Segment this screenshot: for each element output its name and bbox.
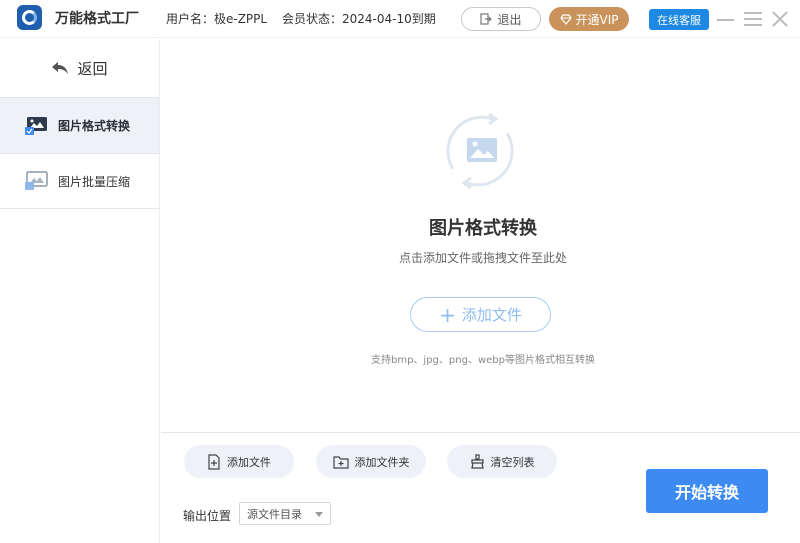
sidebar-item-image-convert[interactable]: 图片格式转换 — [0, 97, 159, 153]
sidebar-item-label: 图片批量压缩 — [58, 174, 131, 189]
back-button[interactable]: 返回 — [0, 39, 159, 97]
online-service-button[interactable]: 在线客服 — [649, 9, 709, 30]
back-label: 返回 — [77, 59, 108, 78]
output-location-value: 源文件目录 — [247, 507, 302, 521]
plus-icon: + — [439, 302, 456, 327]
app-window: 万能格式工厂 用户名：极e-ZPPL 会员状态：2024-04-10到期 退出 … — [0, 0, 800, 543]
close-icon[interactable] — [770, 9, 790, 29]
username-label: 用户名：极e-ZPPL — [166, 12, 268, 26]
output-location-select[interactable]: 源文件目录 — [239, 502, 331, 525]
back-arrow-icon — [52, 62, 69, 74]
clear-list-label: 清空列表 — [490, 455, 535, 469]
logout-icon — [480, 13, 493, 25]
minimize-icon[interactable] — [716, 9, 736, 29]
vip-button[interactable]: 开通VIP — [549, 7, 629, 31]
chevron-down-icon — [315, 512, 323, 517]
sidebar: 返回 图片格式转换 图片批量压缩 — [0, 39, 160, 543]
add-folder-label: 添加文件夹 — [354, 455, 410, 469]
bottom-toolbar: 添加文件 添加文件夹 清空列表 输出位置 源文件目录 开始转换 — [161, 433, 800, 543]
title-bar: 万能格式工厂 用户名：极e-ZPPL 会员状态：2024-04-10到期 退出 … — [0, 0, 800, 38]
image-convert-icon — [25, 116, 47, 135]
menu-icon[interactable] — [743, 9, 763, 29]
logout-button[interactable]: 退出 — [461, 7, 541, 31]
output-location-label: 输出位置 — [183, 509, 232, 523]
add-file-label: 添加文件 — [461, 306, 522, 324]
image-compress-icon — [25, 171, 48, 190]
drop-zone-subtitle: 点击添加文件或拖拽文件至此处 — [398, 251, 567, 265]
start-convert-button[interactable]: 开始转换 — [646, 469, 768, 513]
drop-zone[interactable]: 图片格式转换 点击添加文件或拖拽文件至此处 + 添加文件 支持bmp、jpg、p… — [161, 39, 800, 432]
supported-formats-text: 支持bmp、jpg、png、webp等图片格式相互转换 — [371, 355, 595, 366]
sidebar-item-label: 图片格式转换 — [58, 119, 131, 133]
clear-list-button[interactable]: 清空列表 — [447, 445, 557, 478]
image-convert-large-icon — [446, 112, 514, 190]
add-folder-button[interactable]: 添加文件夹 — [316, 445, 426, 478]
add-folder-icon — [332, 455, 349, 469]
drop-zone-title: 图片格式转换 — [429, 218, 537, 239]
add-file-label: 添加文件 — [227, 455, 271, 469]
membership-status: 会员状态：2024-04-10到期 — [282, 12, 436, 26]
app-title: 万能格式工厂 — [55, 11, 139, 27]
broom-icon — [470, 454, 484, 469]
add-file-button-large[interactable]: + 添加文件 — [410, 297, 551, 332]
vip-label: 开通VIP — [575, 12, 619, 27]
logout-label: 退出 — [497, 12, 522, 27]
app-logo-icon — [17, 5, 42, 30]
add-file-icon — [208, 453, 220, 470]
diamond-icon — [559, 13, 572, 25]
sidebar-item-image-compress[interactable]: 图片批量压缩 — [0, 153, 159, 209]
add-file-button[interactable]: 添加文件 — [184, 445, 294, 478]
